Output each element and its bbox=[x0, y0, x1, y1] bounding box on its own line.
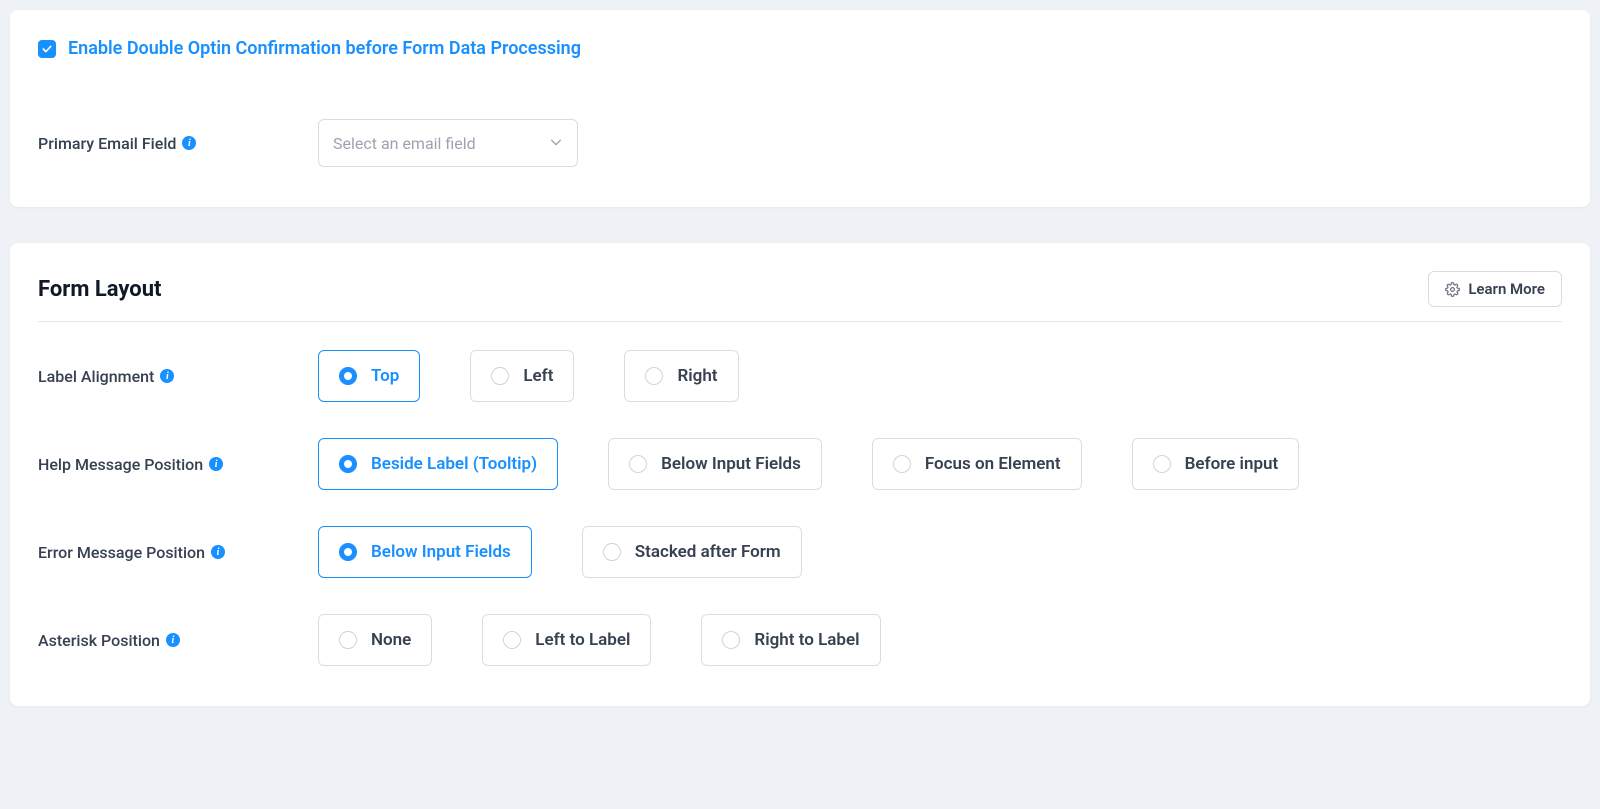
help-position-label-group: Help Message Position i bbox=[38, 455, 318, 474]
gear-icon bbox=[1445, 282, 1460, 297]
radio-icon bbox=[645, 367, 663, 385]
error-position-row: Error Message Position i Below Input Fie… bbox=[38, 526, 1562, 578]
asterisk-position-label-group: Asterisk Position i bbox=[38, 631, 318, 650]
option-left-to-label[interactable]: Left to Label bbox=[482, 614, 651, 666]
learn-more-button[interactable]: Learn More bbox=[1428, 271, 1562, 307]
option-label: Right to Label bbox=[754, 630, 859, 650]
learn-more-label: Learn More bbox=[1468, 280, 1545, 298]
chevron-down-icon bbox=[549, 134, 563, 153]
option-top[interactable]: Top bbox=[318, 350, 420, 402]
enable-optin-checkbox[interactable] bbox=[38, 40, 56, 58]
radio-icon bbox=[893, 455, 911, 473]
info-icon[interactable]: i bbox=[166, 633, 180, 647]
option-right-to-label[interactable]: Right to Label bbox=[701, 614, 880, 666]
option-label: Right bbox=[677, 366, 717, 386]
option-label: Focus on Element bbox=[925, 454, 1061, 474]
label-alignment-label: Label Alignment bbox=[38, 367, 154, 386]
option-label: None bbox=[371, 630, 411, 650]
option-label: Top bbox=[371, 366, 399, 386]
asterisk-position-row: Asterisk Position i None Left to Label R… bbox=[38, 614, 1562, 666]
info-icon[interactable]: i bbox=[209, 457, 223, 471]
option-left[interactable]: Left bbox=[470, 350, 574, 402]
asterisk-position-options: None Left to Label Right to Label bbox=[318, 614, 881, 666]
radio-icon bbox=[339, 631, 357, 649]
radio-icon bbox=[339, 455, 357, 473]
primary-email-label: Primary Email Field bbox=[38, 134, 176, 153]
error-position-label-group: Error Message Position i bbox=[38, 543, 318, 562]
option-none[interactable]: None bbox=[318, 614, 432, 666]
option-label: Below Input Fields bbox=[661, 454, 801, 474]
info-icon[interactable]: i bbox=[211, 545, 225, 559]
primary-email-placeholder: Select an email field bbox=[333, 134, 476, 153]
radio-icon bbox=[339, 367, 357, 385]
option-label: Left bbox=[523, 366, 553, 386]
error-position-label: Error Message Position bbox=[38, 543, 205, 562]
option-right[interactable]: Right bbox=[624, 350, 738, 402]
option-before-input[interactable]: Before input bbox=[1132, 438, 1300, 490]
asterisk-position-label: Asterisk Position bbox=[38, 631, 160, 650]
option-below-input[interactable]: Below Input Fields bbox=[318, 526, 532, 578]
help-position-options: Beside Label (Tooltip) Below Input Field… bbox=[318, 438, 1299, 490]
error-position-options: Below Input Fields Stacked after Form bbox=[318, 526, 802, 578]
enable-optin-row: Enable Double Optin Confirmation before … bbox=[38, 38, 1562, 59]
section-title: Form Layout bbox=[38, 277, 161, 302]
option-focus-element[interactable]: Focus on Element bbox=[872, 438, 1082, 490]
option-below-input[interactable]: Below Input Fields bbox=[608, 438, 822, 490]
check-icon bbox=[41, 43, 53, 55]
section-header: Form Layout Learn More bbox=[38, 271, 1562, 322]
label-alignment-row: Label Alignment i Top Left Right bbox=[38, 350, 1562, 402]
option-label: Beside Label (Tooltip) bbox=[371, 454, 537, 474]
label-alignment-options: Top Left Right bbox=[318, 350, 739, 402]
option-label: Left to Label bbox=[535, 630, 630, 650]
info-icon[interactable]: i bbox=[160, 369, 174, 383]
option-label: Before input bbox=[1185, 454, 1279, 474]
radio-icon bbox=[503, 631, 521, 649]
help-position-label: Help Message Position bbox=[38, 455, 203, 474]
option-beside-label[interactable]: Beside Label (Tooltip) bbox=[318, 438, 558, 490]
enable-optin-label[interactable]: Enable Double Optin Confirmation before … bbox=[68, 38, 581, 59]
radio-icon bbox=[1153, 455, 1171, 473]
label-alignment-label-group: Label Alignment i bbox=[38, 367, 318, 386]
info-icon[interactable]: i bbox=[182, 136, 196, 150]
help-position-row: Help Message Position i Beside Label (To… bbox=[38, 438, 1562, 490]
radio-icon bbox=[603, 543, 621, 561]
form-layout-card: Form Layout Learn More Label Alignment i… bbox=[10, 243, 1590, 706]
option-stacked-after[interactable]: Stacked after Form bbox=[582, 526, 802, 578]
primary-email-select[interactable]: Select an email field bbox=[318, 119, 578, 167]
option-label: Stacked after Form bbox=[635, 542, 781, 562]
primary-email-label-group: Primary Email Field i bbox=[38, 134, 318, 153]
radio-icon bbox=[339, 543, 357, 561]
option-label: Below Input Fields bbox=[371, 542, 511, 562]
radio-icon bbox=[629, 455, 647, 473]
primary-email-row: Primary Email Field i Select an email fi… bbox=[38, 119, 1562, 167]
optin-card: Enable Double Optin Confirmation before … bbox=[10, 10, 1590, 207]
radio-icon bbox=[491, 367, 509, 385]
radio-icon bbox=[722, 631, 740, 649]
